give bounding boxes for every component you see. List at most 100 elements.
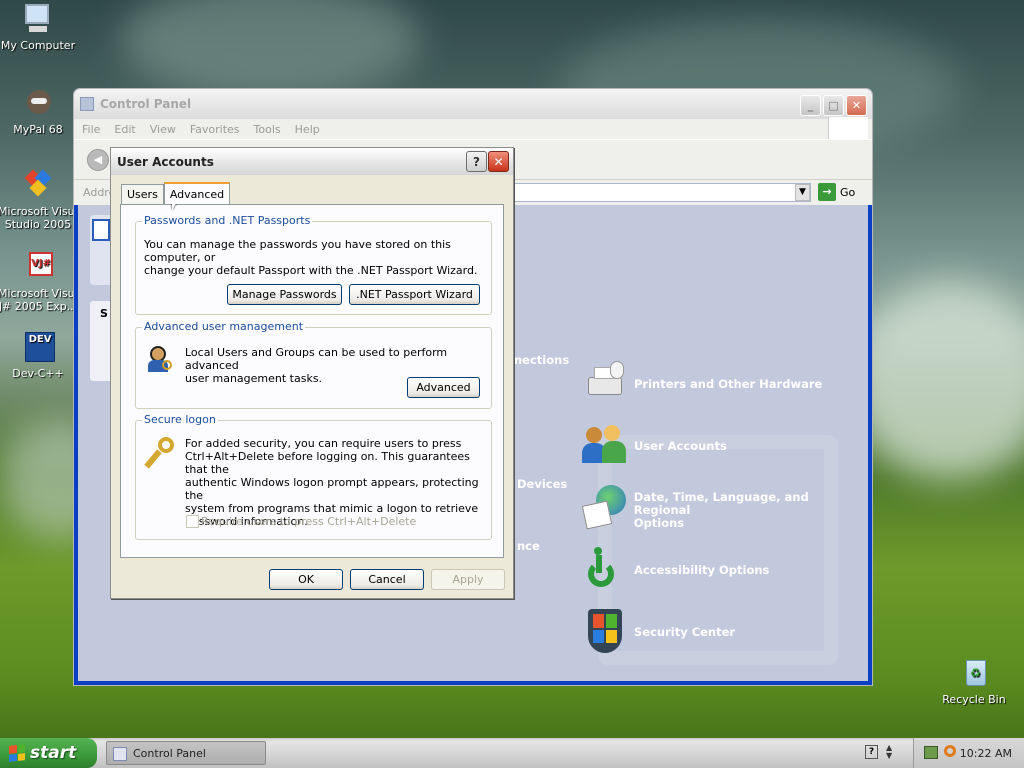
ok-button[interactable]: OK — [269, 569, 343, 590]
control-panel-titlebar[interactable]: Control Panel — [74, 89, 872, 119]
category-printers[interactable]: Printers and Other Hardware — [582, 361, 822, 407]
category-label: Date, Time, Language, and Regional — [633, 490, 809, 517]
clock: 10:22 AM — [959, 746, 1012, 760]
category-fragment[interactable]: Devices — [517, 477, 567, 491]
address-dropdown-button[interactable]: ▼ — [795, 184, 810, 201]
text-line: You can manage the passwords you have st… — [144, 238, 451, 264]
category-label: User Accounts — [634, 439, 727, 453]
category-label: Printers and Other Hardware — [634, 377, 823, 391]
recycle-bin-icon: ♻ — [957, 656, 991, 690]
taskbar-item-control-panel[interactable]: Control Panel — [106, 741, 266, 765]
desktop-icon-devcpp[interactable]: DEV Dev-C++ — [0, 330, 78, 380]
require-ctrl-alt-del-label: Require users to press Ctrl+Alt+Delete — [201, 515, 417, 528]
close-icon: ✕ — [493, 154, 504, 169]
accessibility-icon — [582, 547, 628, 593]
passport-wizard-button[interactable]: .NET Passport Wizard — [349, 284, 480, 305]
go-button[interactable]: → Go — [818, 183, 855, 201]
menu-help[interactable]: Help — [295, 123, 320, 136]
shield-icon — [582, 609, 628, 655]
user-accounts-dialog[interactable]: User Accounts ? ✕ Users Advanced Passwor… — [110, 147, 514, 599]
text-line: For added security, you can require user… — [185, 437, 462, 450]
jsharp-icon: VJ# — [21, 250, 55, 284]
maximize-button[interactable]: □ — [823, 95, 844, 116]
address-input[interactable] — [514, 183, 811, 202]
raccoon-icon — [21, 86, 55, 120]
group-title: Advanced user management — [142, 320, 306, 333]
printer-icon — [582, 361, 628, 407]
menu-bar: File Edit View Favorites Tools Help — [74, 117, 872, 139]
dialog-close-button[interactable]: ✕ — [488, 151, 509, 172]
user-management-group: Advanced user management Local Users and… — [135, 320, 492, 409]
text-line: change your default Passport with the .N… — [144, 264, 478, 277]
go-arrow-icon: → — [818, 183, 836, 201]
pane-icon — [92, 219, 110, 241]
advanced-tab-page: Passwords and .NET Passports You can man… — [120, 204, 504, 558]
start-button[interactable]: start — [0, 738, 97, 768]
passports-group: Passwords and .NET Passports You can man… — [135, 214, 492, 315]
cancel-button[interactable]: Cancel — [350, 569, 424, 590]
close-button[interactable]: ✕ — [846, 95, 867, 116]
control-panel-icon — [80, 97, 94, 111]
dialog-titlebar[interactable]: User Accounts — [111, 148, 513, 175]
category-accessibility[interactable]: Accessibility Options — [582, 547, 769, 593]
desktop-icon-label: Studio 2005 — [4, 218, 72, 231]
users-key-icon — [146, 346, 174, 374]
globe-calendar-icon — [581, 485, 628, 531]
window-title: Control Panel — [100, 97, 192, 111]
desktop-icon-label: Microsoft Visual — [0, 205, 78, 218]
category-fragment[interactable]: nections — [514, 353, 569, 367]
tab-advanced[interactable]: Advanced — [163, 182, 231, 204]
windows-flag-icon — [9, 744, 25, 762]
help-button[interactable]: ? — [466, 151, 487, 172]
minimize-icon: _ — [807, 99, 814, 112]
control-panel-icon — [113, 747, 127, 761]
category-user-accounts[interactable]: User Accounts — [582, 423, 727, 469]
key-icon — [144, 437, 178, 469]
computer-icon — [21, 2, 55, 36]
menu-edit[interactable]: Edit — [114, 123, 135, 136]
tray-expand-icon[interactable]: ▲ ▼ — [886, 744, 892, 760]
desktop-icon-label: Microsoft Visual — [0, 287, 78, 300]
group-title: Passwords and .NET Passports — [142, 214, 313, 227]
network-icon[interactable] — [924, 746, 938, 759]
go-label: Go — [840, 185, 856, 199]
tray-help-icon[interactable]: ? — [865, 745, 878, 759]
text-line: Local Users and Groups can be used to pe… — [185, 346, 448, 372]
pane-letter: S — [100, 307, 108, 320]
help-icon: ? — [473, 154, 480, 169]
search-icon[interactable] — [944, 745, 956, 757]
advanced-button[interactable]: Advanced — [407, 377, 480, 398]
require-ctrl-alt-del-checkbox[interactable] — [186, 515, 199, 528]
category-label-line2: Options — [633, 516, 685, 530]
secure-logon-group: Secure logon For added security, you can… — [135, 413, 492, 540]
category-date-time[interactable]: Date, Time, Language, and Regional Optio… — [581, 485, 868, 531]
desktop-icon-visual-studio[interactable]: Microsoft Visual Studio 2005 — [0, 168, 78, 231]
maximize-icon: □ — [828, 99, 839, 112]
text-line: authentic Windows logon prompt appears, … — [185, 476, 479, 502]
desktop-icon-recycle-bin[interactable]: ♻ Recycle Bin — [934, 656, 1014, 706]
tab-users[interactable]: Users — [121, 184, 164, 204]
devcpp-icon: DEV — [21, 330, 55, 364]
back-button[interactable]: ◀ — [87, 149, 109, 171]
desktop-icon-label: Recycle Bin — [942, 693, 1006, 706]
desktop-icon-label: J# 2005 Exp... — [0, 300, 78, 313]
menu-file[interactable]: File — [82, 123, 100, 136]
desktop-icon-my-computer[interactable]: My Computer — [0, 2, 78, 52]
system-tray: 10:22 AM — [913, 738, 1024, 768]
apply-button[interactable]: Apply — [431, 569, 505, 590]
text-line: Ctrl+Alt+Delete before logging on. This … — [185, 450, 470, 476]
chevron-down-icon: ▼ — [799, 187, 806, 197]
menu-tools[interactable]: Tools — [254, 123, 281, 136]
taskbar: start Control Panel ? ▲ ▼ 10:22 AM — [0, 738, 1024, 768]
category-security-center[interactable]: Security Center — [582, 609, 735, 655]
desktop-icon-label: My Computer — [0, 39, 76, 52]
desktop-icon-visual-jsharp[interactable]: VJ# Microsoft Visual J# 2005 Exp... — [0, 250, 78, 313]
category-fragment[interactable]: nce — [517, 539, 540, 553]
desktop-icon-mypal[interactable]: MyPal 68 — [0, 86, 78, 136]
minimize-button[interactable]: _ — [800, 95, 821, 116]
manage-passwords-button[interactable]: Manage Passwords — [227, 284, 342, 305]
menu-view[interactable]: View — [150, 123, 176, 136]
desktop-icon-label: Dev-C++ — [12, 367, 64, 380]
group-title: Secure logon — [142, 413, 218, 426]
menu-favorites[interactable]: Favorites — [190, 123, 240, 136]
